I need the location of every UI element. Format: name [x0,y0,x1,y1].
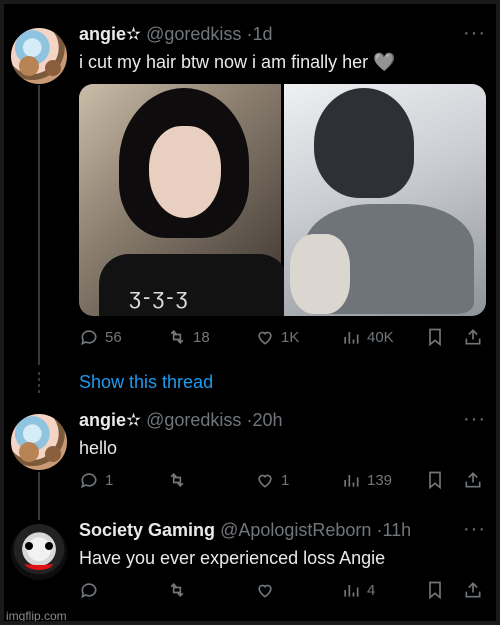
tweet-text: hello [79,438,118,458]
media-photo-1[interactable]: ʒ-ʒ-ʒ [79,84,289,316]
timestamp[interactable]: 20h [252,410,282,430]
view-count: 40K [367,328,394,346]
views-button[interactable]: 4 [341,580,375,600]
views-icon [344,332,359,344]
share-button[interactable] [463,580,483,600]
like-button[interactable]: 1 [255,470,289,490]
like-button[interactable]: 1K [255,327,299,347]
like-count: 1K [281,328,300,346]
more-icon[interactable]: ··· [463,22,486,45]
reply-icon [81,330,97,346]
share-button[interactable] [463,470,483,490]
retweet-button[interactable] [167,580,193,600]
display-name[interactable]: angie✫ [79,410,141,430]
avatar[interactable] [11,414,67,470]
display-name[interactable]: Society Gaming [79,520,215,540]
thread-line [38,85,40,365]
share-button[interactable] [463,327,483,347]
tweet-actions: 4 [79,580,489,602]
tweet-actions: 56 18 1K 40K [79,327,489,349]
tweet-text: i cut my hair btw now i am finally her 🩶 [79,52,396,72]
views-icon [344,585,359,597]
watermark: imgflip.com [6,609,67,623]
display-name[interactable]: angie✫ [79,24,141,44]
reply-button[interactable] [79,580,105,600]
views-icon [344,475,359,487]
reply-icon [81,583,97,599]
like-icon [258,331,272,345]
retweet-button[interactable] [167,470,193,490]
bookmark-icon [429,581,441,600]
bookmark-icon [429,471,441,490]
share-icon [465,329,481,345]
photo-detail [99,254,289,316]
reply-button[interactable]: 56 [79,327,122,347]
avatar[interactable] [11,524,67,580]
reply-icon [81,473,97,489]
views-button[interactable]: 139 [341,470,392,490]
tweet-header: Society Gaming @ApologistReborn ·11h [79,520,411,541]
like-icon [258,474,272,488]
more-icon[interactable]: ··· [463,408,486,431]
like-count: 1 [281,471,290,489]
thread-connector-dots [38,372,40,394]
bookmark-button[interactable] [425,327,445,347]
retweet-count: 18 [193,328,210,346]
like-icon [258,584,272,598]
timestamp[interactable]: 11h [382,520,411,540]
view-count: 139 [367,471,393,489]
reply-count: 1 [105,471,114,489]
tweet-header: angie✫ @goredkiss ·1d [79,24,272,45]
timestamp[interactable]: 1d [252,24,272,44]
retweet-icon [170,582,184,598]
share-icon [465,472,481,488]
views-button[interactable]: 40K [341,327,394,347]
user-handle[interactable]: @goredkiss [146,24,241,44]
reply-button[interactable]: 1 [79,470,113,490]
tweet-media[interactable]: ʒ-ʒ-ʒ [79,84,486,316]
media-photo-2[interactable] [284,84,486,316]
like-button[interactable] [255,580,281,600]
share-icon [465,582,481,598]
photo-detail [314,88,414,198]
show-thread-link[interactable]: Show this thread [79,372,213,393]
thread-line [38,472,40,520]
user-handle[interactable]: @ApologistReborn [220,520,371,540]
more-icon[interactable]: ··· [463,518,486,541]
photo-detail [290,234,350,314]
tweet-actions: 1 1 139 [79,470,489,492]
user-handle[interactable]: @goredkiss [146,410,241,430]
retweet-icon [170,329,184,345]
avatar[interactable] [11,28,67,84]
reply-count: 56 [105,328,122,346]
photo-detail [149,126,221,218]
photo-shirt-text: ʒ-ʒ-ʒ [129,284,190,309]
bookmark-button[interactable] [425,470,445,490]
retweet-icon [170,472,184,488]
tweet-header: angie✫ @goredkiss ·20h [79,410,283,431]
retweet-button[interactable]: 18 [167,327,210,347]
tweet-text: Have you ever experienced loss Angie [79,548,386,568]
bookmark-button[interactable] [425,580,445,600]
bookmark-icon [429,328,441,347]
view-count: 4 [367,581,376,599]
